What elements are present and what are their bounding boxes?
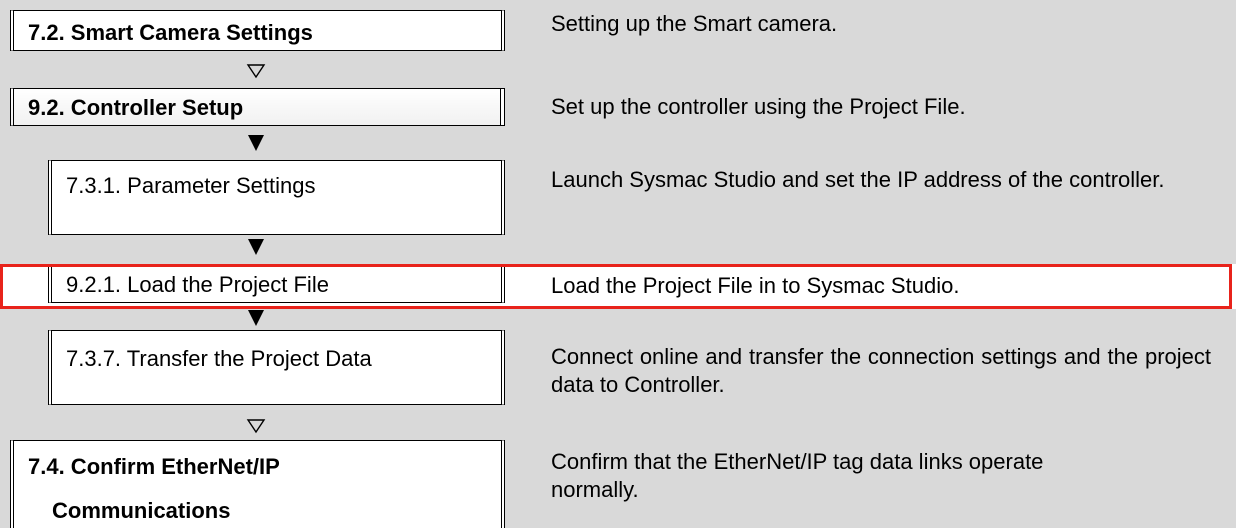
hollow-down-triangle-icon bbox=[246, 63, 266, 83]
step-description: Confirm that the EtherNet/IP tag data li… bbox=[551, 449, 1044, 502]
solid-down-triangle-icon bbox=[246, 309, 266, 329]
step-description: Setting up the Smart camera. bbox=[551, 11, 838, 36]
solid-down-triangle-icon bbox=[246, 238, 266, 258]
step-box-transfer-project-data: 7.3.7. Transfer the Project Data bbox=[48, 330, 505, 405]
hollow-down-triangle-icon bbox=[246, 418, 266, 438]
step-title: 7.3.1. Parameter Settings bbox=[66, 173, 316, 198]
step-box-controller-setup: 9.2. Controller Setup bbox=[10, 88, 505, 126]
highlight-frame bbox=[0, 264, 1232, 309]
step-box-parameter-settings: 7.3.1. Parameter Settings bbox=[48, 160, 505, 235]
step-description: Launch Sysmac Studio and set the IP addr… bbox=[551, 167, 1165, 192]
step-title-line1: 7.4. Confirm EtherNet/IP bbox=[28, 454, 280, 479]
step-description: Set up the controller using the Project … bbox=[551, 94, 966, 119]
step-description: Connect online and transfer the connecti… bbox=[551, 344, 1211, 397]
step-box-smart-camera-settings: 7.2. Smart Camera Settings bbox=[10, 10, 505, 51]
step-title-line2: Communications bbox=[52, 498, 231, 523]
step-title: 7.3.7. Transfer the Project Data bbox=[66, 346, 372, 371]
step-box-confirm-ethernet-ip: 7.4. Confirm EtherNet/IP Communications bbox=[10, 440, 505, 528]
solid-down-triangle-icon bbox=[246, 134, 266, 154]
step-title: 7.2. Smart Camera Settings bbox=[28, 20, 313, 45]
step-title: 9.2. Controller Setup bbox=[28, 95, 244, 120]
